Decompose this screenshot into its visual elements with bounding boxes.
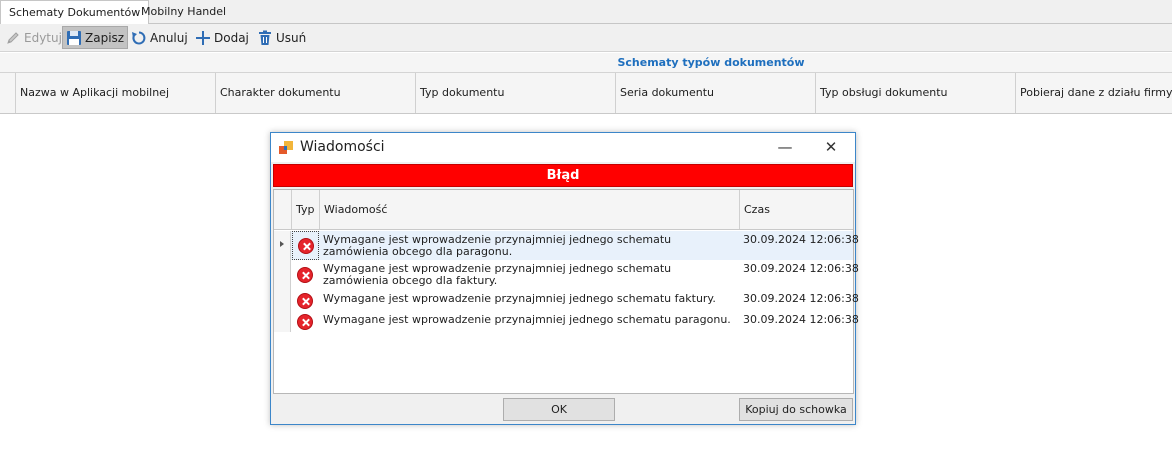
tab-bar: Schematy Dokumentów Mobilny Handel [0, 0, 1172, 25]
column-header-document-type[interactable]: Typ dokumentu [415, 73, 615, 113]
add-button[interactable]: Dodaj [192, 26, 252, 49]
row-time: 30.09.2024 12:06:38 [743, 233, 859, 246]
table-row[interactable]: Wymagane jest wprowadzenie przynajmniej … [274, 231, 859, 260]
row-time: 30.09.2024 12:06:38 [743, 262, 859, 275]
grid-title: Schematy typów dokumentów [0, 53, 1172, 73]
tab-schematy-dokumentow[interactable]: Schematy Dokumentów [0, 0, 150, 25]
add-button-label: Dodaj [214, 30, 249, 45]
row-time: 30.09.2024 12:06:38 [743, 313, 859, 326]
save-button-label: Zapisz [85, 30, 125, 45]
edit-button[interactable]: Edytuj [2, 26, 65, 49]
tab-mobilny-handel[interactable]: Mobilny Handel [133, 0, 234, 24]
row-type-cell[interactable] [292, 290, 319, 311]
undo-arrow-icon [131, 30, 147, 46]
column-header-document-series[interactable]: Seria dokumentu [615, 73, 815, 113]
column-header-time[interactable]: Czas [739, 190, 853, 229]
row-indicator-header [274, 190, 291, 229]
pencil-icon [5, 30, 21, 46]
grid-header: Nazwa w Aplikacji mobilnej Charakter dok… [0, 73, 1172, 114]
error-banner: Błąd [273, 164, 853, 187]
dialog-title: Wiadomości [300, 139, 385, 155]
column-header-app-name[interactable]: Nazwa w Aplikacji mobilnej [15, 73, 215, 113]
close-button[interactable]: ✕ [809, 133, 853, 162]
messages-grid-header: Typ Wiadomość Czas [274, 190, 853, 230]
minimize-button[interactable]: — [763, 133, 807, 162]
messages-dialog: Wiadomości — ✕ Błąd Typ Wiadomość Czas W… [270, 132, 859, 425]
error-icon [298, 238, 314, 254]
toolbar: Edytuj Zapisz Anuluj Dodaj Usuń [0, 24, 1172, 52]
cancel-button[interactable]: Anuluj [128, 26, 191, 49]
row-message: Wymagane jest wprowadzenie przynajmniej … [323, 262, 672, 287]
cancel-button-label: Anuluj [150, 30, 188, 45]
error-icon [297, 293, 313, 309]
dialog-titlebar[interactable]: Wiadomości — ✕ [271, 133, 855, 162]
row-indicator [274, 290, 291, 311]
row-message: Wymagane jest wprowadzenie przynajmniej … [323, 313, 731, 326]
table-row[interactable]: Wymagane jest wprowadzenie przynajmniej … [274, 290, 859, 311]
row-time: 30.09.2024 12:06:38 [743, 292, 859, 305]
row-indicator [274, 311, 291, 332]
current-row-arrow-icon [280, 241, 284, 247]
row-type-cell[interactable] [292, 231, 319, 260]
column-header-type[interactable]: Typ [291, 190, 319, 229]
column-header-document-character[interactable]: Charakter dokumentu [215, 73, 415, 113]
column-header-document-handling-type[interactable]: Typ obsługi dokumentu [815, 73, 1015, 113]
delete-button[interactable]: Usuń [254, 26, 309, 49]
save-button[interactable]: Zapisz [62, 26, 129, 49]
trash-icon [257, 30, 273, 46]
delete-button-label: Usuń [276, 30, 307, 45]
row-type-cell[interactable] [292, 260, 319, 290]
row-type-cell[interactable] [292, 311, 319, 332]
column-header-message[interactable]: Wiadomość [319, 190, 739, 229]
table-row[interactable]: Wymagane jest wprowadzenie przynajmniej … [274, 311, 859, 332]
row-indicator [274, 231, 291, 260]
table-row[interactable]: Wymagane jest wprowadzenie przynajmniej … [274, 260, 859, 290]
edit-button-label: Edytuj [24, 30, 62, 45]
app-logo-icon [279, 140, 295, 156]
floppy-disk-icon [66, 30, 82, 46]
plus-icon [195, 30, 211, 46]
error-icon [297, 314, 313, 330]
ok-button[interactable]: OK [503, 398, 615, 421]
messages-grid: Typ Wiadomość Czas Wymagane jest wprowad… [273, 189, 859, 394]
row-indicator [274, 260, 291, 290]
error-icon [297, 267, 313, 283]
copy-to-clipboard-button[interactable]: Kopiuj do schowka [739, 398, 853, 421]
column-header-company-department[interactable]: Pobieraj dane z działu firmy [1015, 73, 1172, 113]
row-message: Wymagane jest wprowadzenie przynajmniej … [323, 233, 672, 258]
row-message: Wymagane jest wprowadzenie przynajmniej … [323, 292, 716, 305]
